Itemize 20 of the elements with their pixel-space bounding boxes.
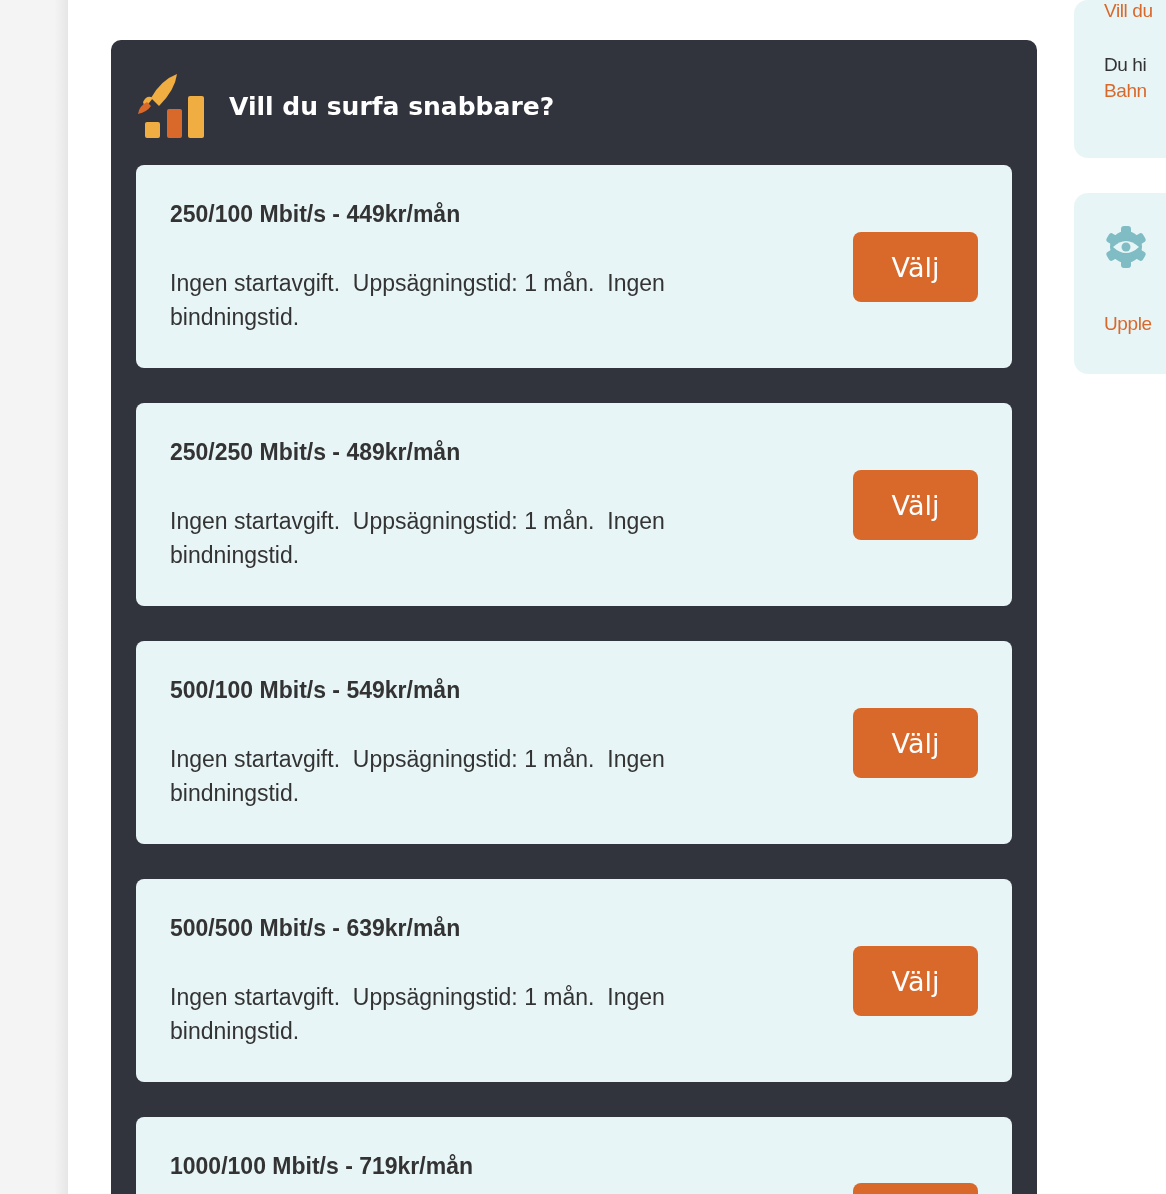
rocket-bar-chart-icon [137, 72, 205, 140]
plan-name: 500/100 Mbit/s - 549kr/mån [170, 677, 462, 704]
plan-description: Ingen startavgift. Uppsägningstid: 1 mån. Ingen bindningstid. [170, 983, 666, 1046]
card-text: Du hi [1104, 54, 1148, 76]
plan-description: Ingen startavgift. Uppsägningstid: 1 mån. Ingen bindningstid. [170, 745, 666, 808]
select-button[interactable]: Välj [853, 946, 978, 1016]
plan-name: 250/250 Mbit/s - 489kr/mån [170, 439, 462, 466]
select-button[interactable]: Välj [853, 470, 978, 540]
plan-description: Ingen startavgift. Uppsägningstid: 1 mån. Ingen bindningstid. [170, 507, 666, 570]
panel-title: Vill du surfa snabbare? [229, 91, 555, 121]
plan-name: 1000/100 Mbit/s - 719kr/mån [170, 1153, 473, 1180]
card-heading: Vill du [1104, 0, 1154, 22]
plan-name: 500/500 Mbit/s - 639kr/mån [170, 915, 462, 942]
card-link[interactable]: Bahn [1104, 80, 1166, 102]
plan-name: 250/100 Mbit/s - 449kr/mån [170, 201, 462, 228]
plan-description: Ingen startavgift. Uppsägningstid: 1 mån. Ingen bindningstid. [170, 269, 666, 332]
select-button[interactable]: Välj [853, 708, 978, 778]
card-link[interactable]: Upple [1104, 313, 1166, 335]
gear-eye-icon [1104, 225, 1148, 269]
select-button[interactable]: Välj [853, 232, 978, 302]
